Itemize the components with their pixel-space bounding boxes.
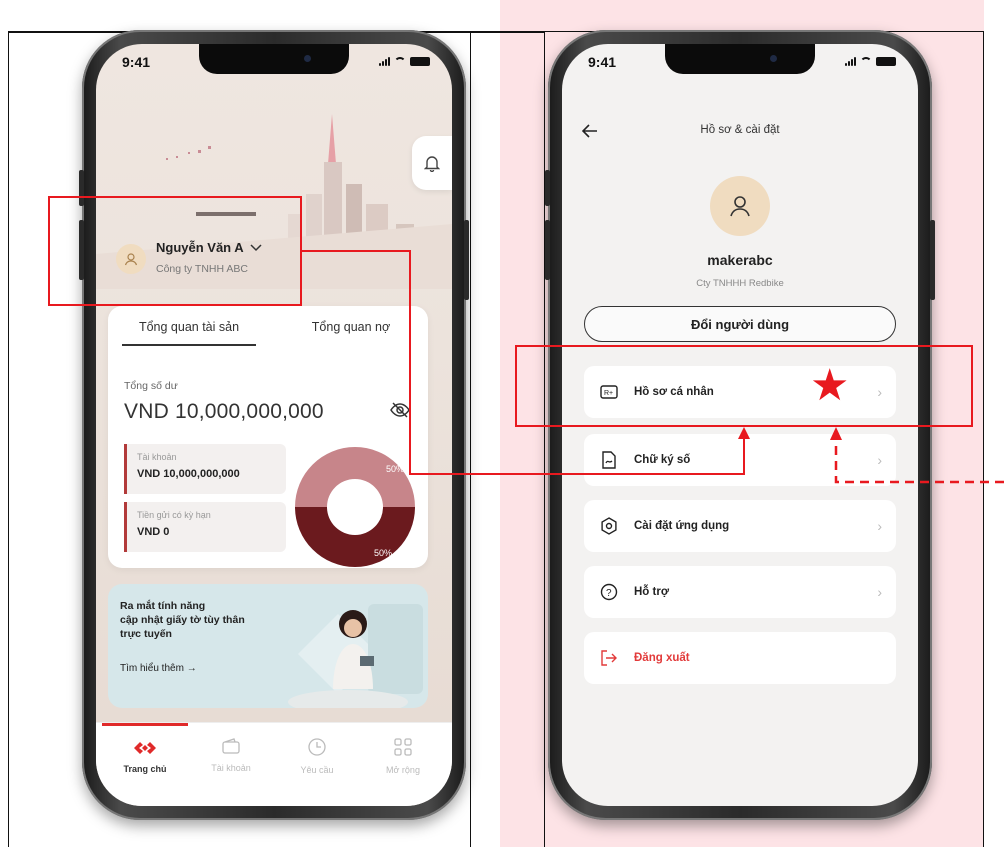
avatar <box>116 244 146 274</box>
signal-icon <box>845 56 856 66</box>
user-name-row: Nguyễn Văn A <box>156 240 262 255</box>
user-icon <box>124 253 138 266</box>
status-time: 9:41 <box>588 54 617 70</box>
user-name: Nguyễn Văn A <box>156 240 244 255</box>
dashed-arrow-line <box>834 438 1004 484</box>
connector-arrowhead <box>738 427 750 439</box>
battery-icon <box>410 56 430 66</box>
wifi-icon <box>860 56 872 66</box>
signal-icon <box>379 56 390 66</box>
annotation-arrows <box>302 250 1004 484</box>
notification-bell-button[interactable] <box>412 136 452 190</box>
battery-icon <box>876 56 896 66</box>
dashed-arrowhead <box>830 427 842 440</box>
chevron-down-icon <box>250 243 262 251</box>
notch <box>199 44 349 74</box>
notch <box>665 44 815 74</box>
user-profile-switcher[interactable]: Nguyễn Văn A Công ty TNHH ABC <box>116 240 262 275</box>
status-icons <box>379 56 430 66</box>
status-time: 9:41 <box>122 54 151 70</box>
wifi-icon <box>394 56 406 66</box>
connector-arrow-line <box>302 250 745 475</box>
user-company: Công ty TNHH ABC <box>156 263 249 275</box>
stage: 9:41 Nguyễn Văn A Công ty TNHH ABC Tổng … <box>0 0 1004 847</box>
status-icons <box>845 56 896 66</box>
bell-icon <box>424 156 440 172</box>
